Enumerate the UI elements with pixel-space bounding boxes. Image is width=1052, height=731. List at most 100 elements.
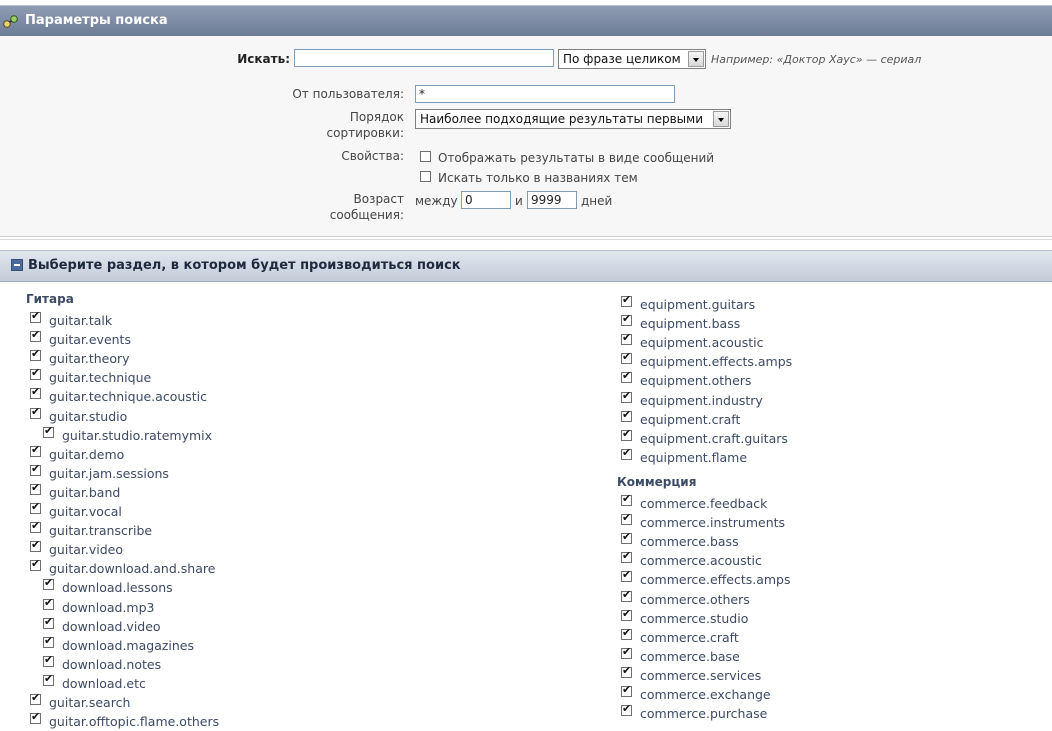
forum-label: commerce.others (640, 591, 750, 607)
forum-label: guitar.jam.sessions (49, 465, 169, 481)
forum-checkbox[interactable] (30, 328, 41, 343)
forum-checkbox[interactable] (621, 492, 632, 506)
forum-checkbox[interactable] (43, 653, 54, 667)
forum-label: commerce.feedback (640, 496, 768, 511)
forum-checkbox[interactable] (30, 481, 41, 495)
forum-checkbox[interactable] (621, 446, 632, 460)
forum-label: commerce.bass (640, 534, 739, 550)
forum-label: download.video (62, 618, 161, 634)
forum-checkbox[interactable] (30, 710, 41, 725)
forum-checkbox[interactable] (30, 538, 41, 553)
forum-label: equipment.effects.amps (640, 354, 793, 370)
collapse-icon[interactable] (11, 259, 23, 271)
forum-label: download.notes (62, 656, 162, 672)
forum-label: guitar.talk (49, 313, 113, 328)
user-input[interactable] (415, 85, 675, 103)
forum-label: guitar.vocal (49, 504, 122, 519)
age-to-input[interactable] (527, 191, 577, 209)
forum-checkbox[interactable] (30, 691, 41, 705)
forum-checkbox[interactable] (621, 664, 632, 678)
forum-checkbox[interactable] (621, 350, 632, 365)
forum-checkbox[interactable] (30, 366, 41, 381)
forum-checkbox[interactable] (43, 672, 54, 686)
forum-checkbox[interactable] (621, 427, 632, 441)
sort-label-line2: сортировки: (326, 126, 404, 140)
chevron-down-icon[interactable] (713, 111, 729, 127)
forum-checkbox[interactable] (621, 293, 632, 307)
group-title-guitar: Гитара (26, 292, 74, 306)
sort-select[interactable]: Наиболее подходящие результаты первыми (415, 109, 731, 129)
forum-label: commerce.instruments (640, 515, 786, 531)
forum-checkbox[interactable] (621, 549, 632, 564)
sort-label-line1: Порядок (349, 110, 404, 124)
search-input[interactable] (294, 49, 554, 67)
search-hint: Например: «Доктор Хаус» — сериал (711, 53, 922, 66)
forum-label: equipment.flame (640, 449, 748, 465)
forum-label: guitar.theory (49, 351, 130, 367)
titles-only-checkbox[interactable] (420, 171, 431, 182)
forum-label: equipment.industry (640, 392, 763, 408)
forum-checkbox[interactable] (621, 683, 632, 697)
chevron-down-icon[interactable] (688, 51, 704, 67)
forum-label: guitar.search (49, 695, 131, 710)
user-label: От пользователя: (292, 87, 404, 101)
search-label: Искать: (237, 52, 290, 66)
forum-label: guitar.technique.acoustic (49, 389, 208, 405)
forum-checkbox[interactable] (621, 312, 632, 327)
forum-label: guitar.demo (49, 446, 125, 462)
forum-checkbox[interactable] (621, 530, 632, 545)
forum-checkbox[interactable] (621, 702, 632, 717)
forum-checkbox[interactable] (621, 369, 632, 384)
forum-checkbox[interactable] (30, 443, 41, 457)
age-from-input[interactable] (461, 191, 511, 209)
forum-checkbox[interactable] (621, 645, 632, 659)
search-mode-select[interactable]: По фразе целиком (558, 49, 706, 69)
forum-label: equipment.others (640, 373, 752, 389)
forum-checkbox[interactable] (621, 626, 632, 640)
forum-checkbox[interactable] (621, 568, 632, 583)
age-between-label: между (415, 194, 458, 208)
props-label: Свойства: (341, 149, 404, 163)
sort-value: Наиболее подходящие результаты первыми (420, 112, 704, 126)
forum-label: commerce.exchange (640, 687, 771, 702)
forum-checkbox[interactable] (621, 389, 632, 403)
forum-label: equipment.guitars (640, 297, 756, 312)
forum-checkbox[interactable] (43, 596, 54, 610)
forum-checkbox[interactable] (30, 500, 41, 514)
forum-label: download.lessons (62, 580, 173, 596)
forum-checkbox[interactable] (621, 331, 632, 346)
forum-section-header: Выберите раздел, в котором будет произво… (0, 250, 1052, 282)
forum-label: commerce.base (640, 648, 740, 664)
forum-checkbox[interactable] (621, 511, 632, 526)
header-title: Параметры поиска (25, 13, 168, 28)
forum-checkbox[interactable] (621, 588, 632, 602)
forum-label: commerce.services (640, 667, 762, 683)
forum-label: guitar.transcribe (49, 523, 153, 539)
forum-checkbox[interactable] (30, 405, 41, 419)
forum-checkbox[interactable] (30, 309, 41, 323)
forum-checkbox[interactable] (30, 519, 41, 534)
binoculars-icon (3, 15, 18, 28)
forum-label: commerce.acoustic (640, 553, 762, 569)
forum-checkbox[interactable] (43, 576, 54, 591)
show-as-posts-checkbox[interactable] (420, 151, 431, 162)
forum-label: guitar.technique (49, 370, 152, 386)
forum-checkbox[interactable] (30, 462, 41, 476)
titles-only-label: Искать только в названиях тем (438, 171, 638, 185)
search-params-panel: Искать: По фразе целиком Например: «Докт… (0, 36, 1052, 237)
forum-checkbox[interactable] (43, 615, 54, 629)
forum-label: guitar.studio (49, 408, 128, 424)
forum-checkbox[interactable] (43, 424, 54, 438)
forum-label: equipment.bass (640, 316, 741, 332)
divider (0, 239, 1052, 240)
forum-checkbox[interactable] (43, 634, 54, 648)
forum-label: guitar.studio.ratemymix (62, 427, 213, 443)
forum-checkbox[interactable] (30, 557, 41, 572)
forum-checkbox[interactable] (30, 347, 41, 362)
forum-checkbox[interactable] (621, 607, 632, 621)
age-label-line1: Возраст (353, 192, 404, 206)
forum-checkbox[interactable] (621, 408, 632, 422)
forum-label: guitar.download.and.share (49, 561, 216, 577)
forum-label: commerce.craft (640, 629, 739, 645)
forum-checkbox[interactable] (30, 385, 41, 400)
